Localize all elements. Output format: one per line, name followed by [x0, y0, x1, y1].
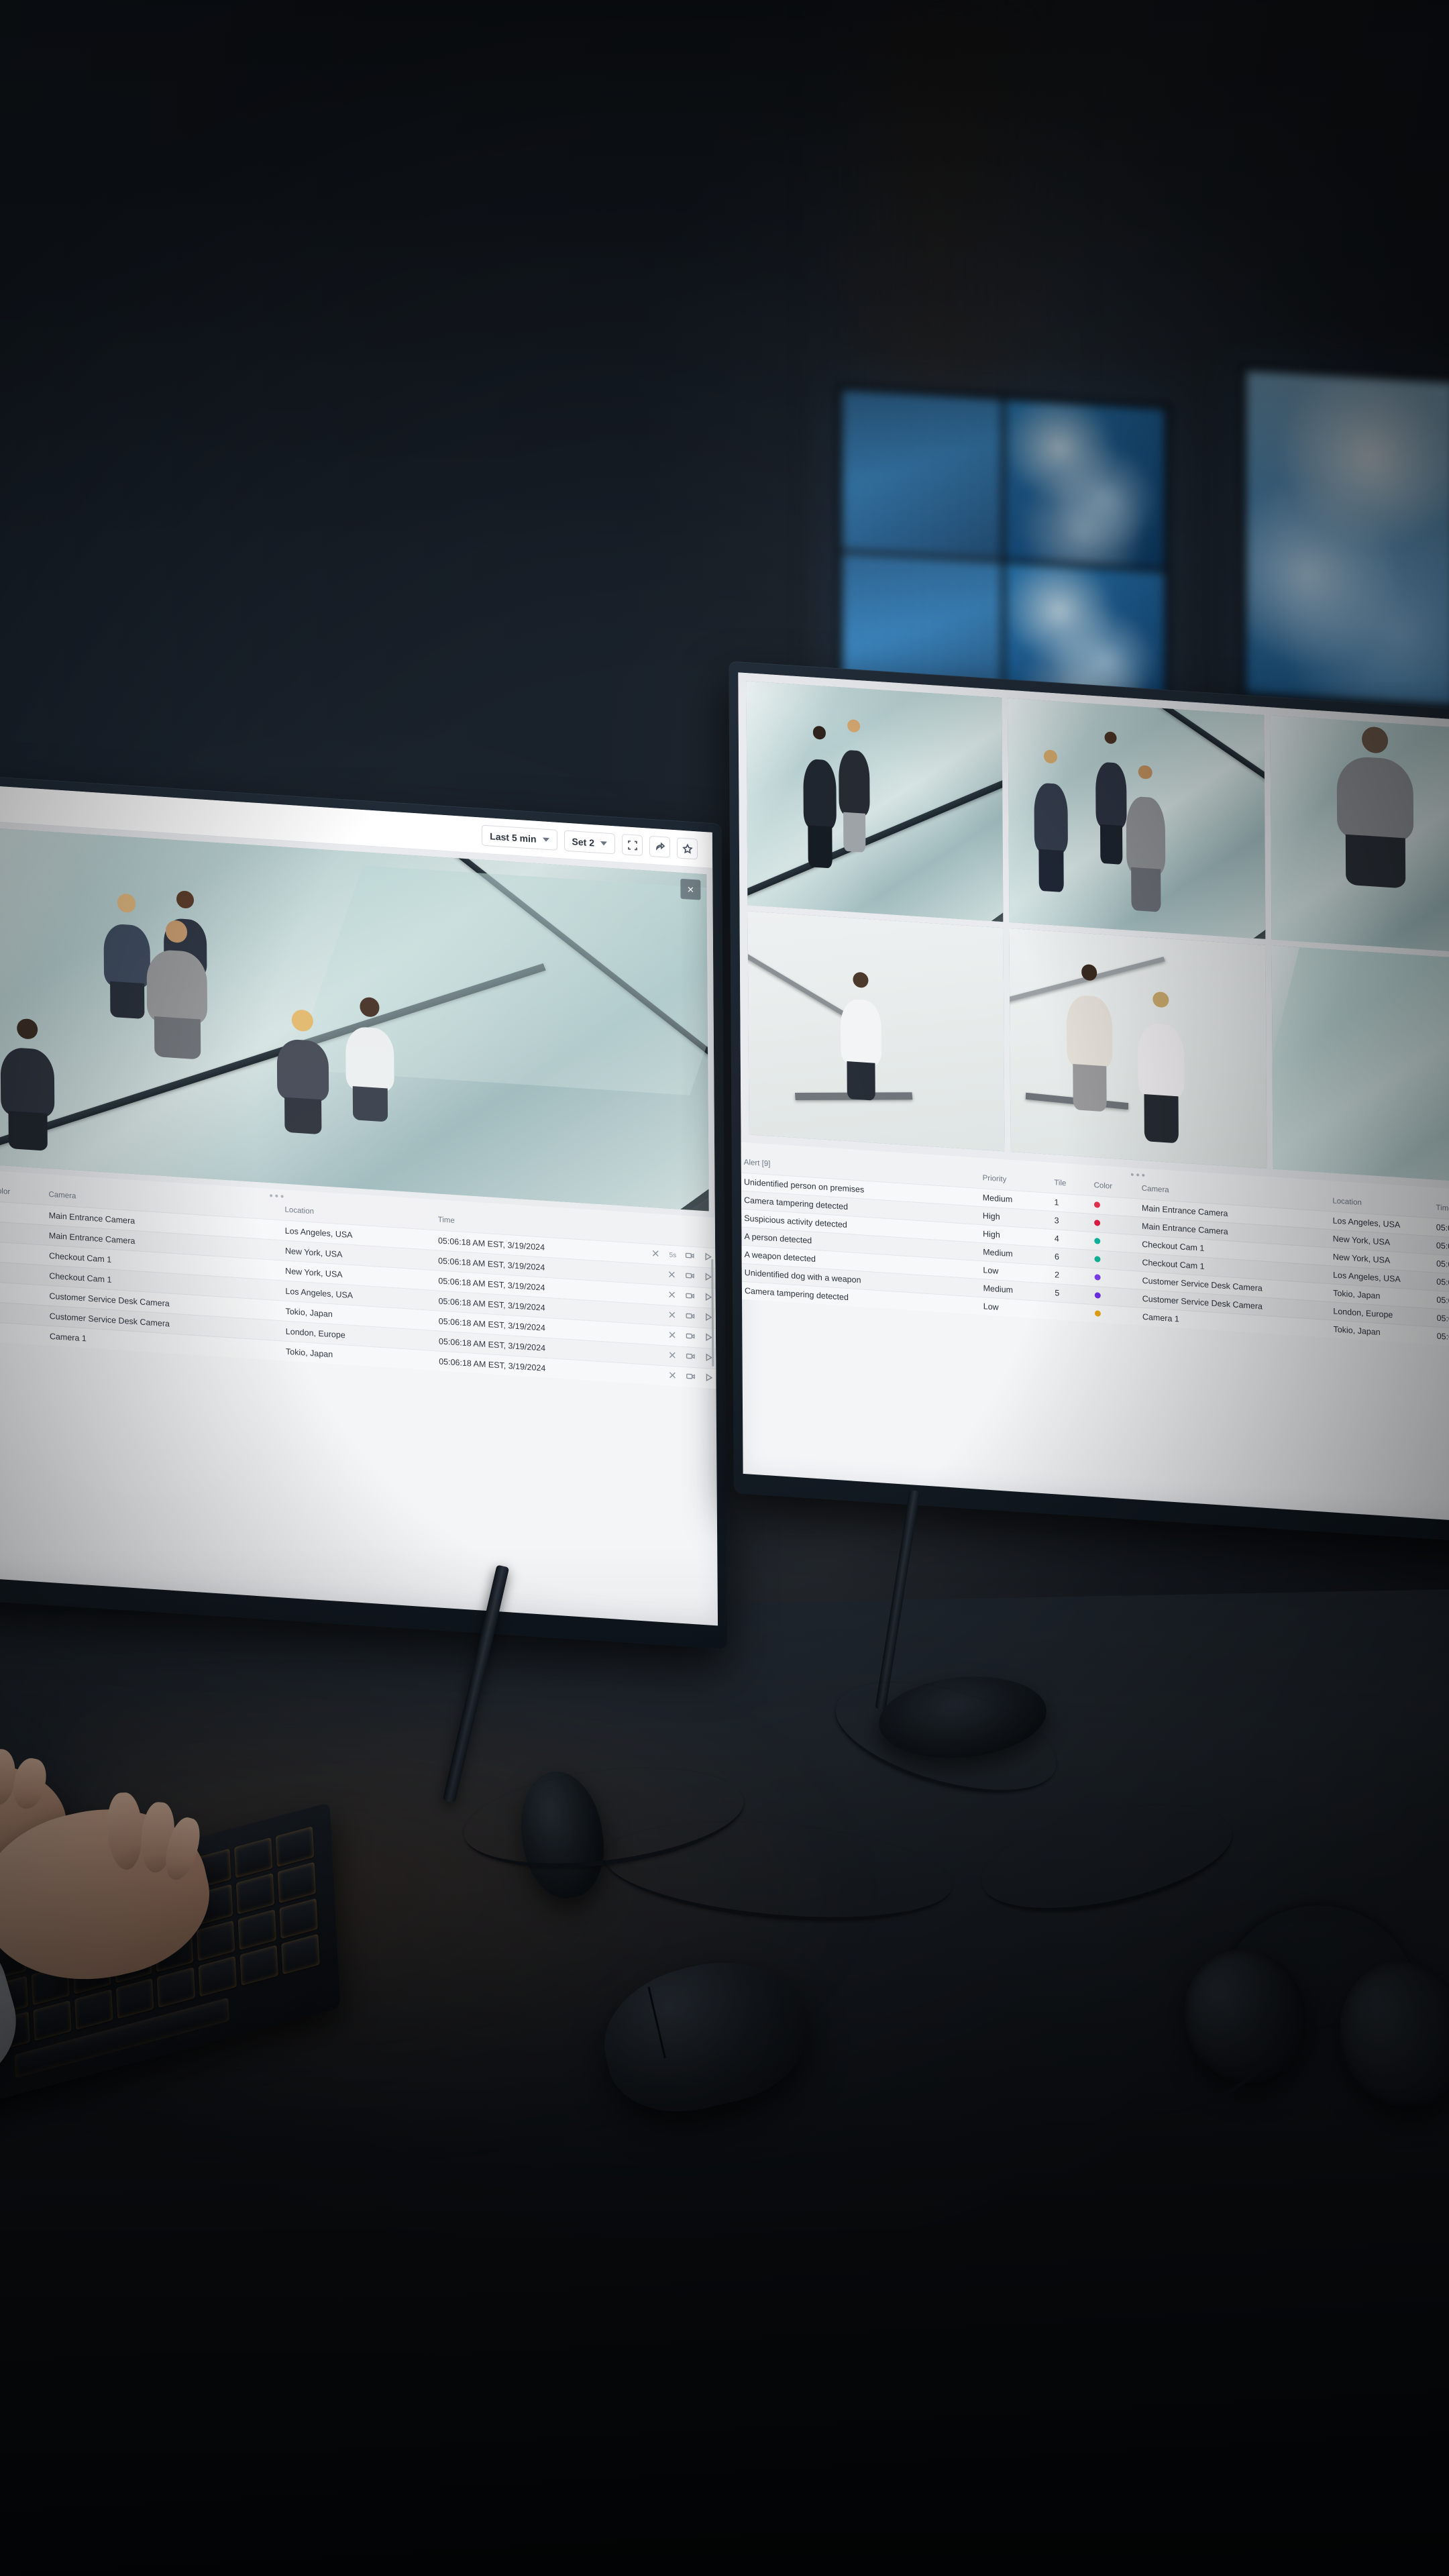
wall-left-gradient	[0, 0, 376, 906]
dismiss-icon[interactable]	[667, 1310, 677, 1322]
person-figure	[0, 1017, 55, 1151]
time-range-label: Last 5 min	[490, 830, 537, 845]
video-tile[interactable]	[1008, 698, 1266, 939]
color-swatch-dot	[1094, 1238, 1101, 1244]
right-video-grid	[746, 681, 1449, 1186]
cell-tile: 3	[1051, 1211, 1092, 1232]
person-figure	[1138, 990, 1185, 1144]
camera-icon[interactable]	[686, 1371, 695, 1383]
cell-color	[0, 1322, 48, 1346]
wall-monitor-right	[1240, 364, 1449, 712]
left-video-area: ×	[0, 812, 715, 1218]
wall-feed-tile	[1246, 370, 1449, 706]
video-tile[interactable]	[747, 910, 1005, 1152]
video-tile[interactable]: ×	[0, 818, 709, 1212]
fullscreen-icon	[627, 840, 637, 850]
camera-icon[interactable]	[685, 1250, 694, 1263]
color-swatch-dot	[1094, 1274, 1101, 1281]
monitor-right-screen: ••• Alert [9] Priority Tile Color Camera…	[738, 672, 1449, 1526]
cell-color	[0, 1281, 47, 1306]
cell-tile: 2	[1052, 1265, 1092, 1287]
monitor-right: ••• Alert [9] Priority Tile Color Camera…	[729, 661, 1449, 1546]
video-tile[interactable]	[1270, 715, 1449, 956]
color-swatch-dot	[1094, 1310, 1101, 1317]
cell-tile	[1052, 1301, 1092, 1322]
cell-color	[0, 1241, 47, 1266]
star-icon	[682, 843, 693, 854]
color-swatch-dot	[1093, 1220, 1100, 1226]
scene-glass	[1271, 947, 1449, 1184]
person-figure	[276, 1008, 329, 1135]
left-video-grid: ×	[0, 818, 709, 1212]
right-video-area	[738, 672, 1449, 1195]
person-figure	[1034, 749, 1068, 893]
cell-time: 05:06:18 AM EST, 3/19/2	[1434, 1326, 1449, 1352]
favorite-button[interactable]	[676, 837, 698, 860]
col-tile[interactable]: Tile	[1051, 1173, 1091, 1196]
wall-feed-tile	[843, 390, 1002, 559]
cell-color	[1091, 1304, 1140, 1326]
person-figure	[840, 971, 882, 1101]
color-swatch-dot	[1094, 1256, 1101, 1263]
person-figure	[146, 919, 208, 1060]
person-figure	[345, 996, 394, 1122]
mouse-button-split	[647, 1986, 666, 2059]
time-range-select[interactable]: Last 5 min	[482, 824, 557, 851]
col-color[interactable]: Color	[0, 1182, 46, 1205]
dismiss-icon[interactable]	[667, 1290, 677, 1302]
share-button[interactable]	[649, 835, 671, 858]
camera-icon[interactable]	[686, 1311, 695, 1323]
cell-tile: 5	[1052, 1283, 1092, 1305]
cell-priority: Low	[980, 1297, 1053, 1320]
cell-tile: 1	[1051, 1193, 1091, 1214]
dismiss-icon[interactable]	[667, 1330, 677, 1342]
monitor-left-screen: Last 5 min Set 2 × ••• Color Camera Loca…	[0, 775, 718, 1626]
chevron-down-icon	[600, 841, 607, 846]
cell-tile: 4	[1051, 1229, 1092, 1250]
share-icon	[655, 841, 665, 851]
person-figure	[103, 892, 151, 1019]
camera-icon[interactable]	[685, 1271, 694, 1283]
cell-tile: 6	[1051, 1247, 1092, 1269]
play-icon[interactable]	[704, 1373, 713, 1385]
wall-feed-tile	[1006, 400, 1165, 569]
cell-color	[0, 1261, 47, 1286]
video-tile[interactable]	[1009, 928, 1267, 1169]
snooze-duration-label: 5s	[669, 1251, 677, 1260]
person-figure	[802, 725, 837, 869]
dismiss-icon[interactable]	[651, 1248, 661, 1260]
camera-icon[interactable]	[686, 1291, 695, 1303]
chevron-down-icon	[542, 837, 549, 842]
dismiss-icon[interactable]	[667, 1269, 676, 1281]
set-label: Set 2	[572, 835, 595, 848]
cell-color	[0, 1301, 47, 1326]
close-tile-button[interactable]: ×	[680, 878, 701, 900]
cell-actions	[637, 1364, 716, 1389]
person-figure	[1095, 731, 1127, 865]
video-tile[interactable]	[1271, 945, 1449, 1186]
monitor-left: Last 5 min Set 2 × ••• Color Camera Loca…	[0, 765, 728, 1650]
dismiss-icon[interactable]	[667, 1371, 677, 1383]
person-figure	[1126, 764, 1165, 913]
video-tile[interactable]	[746, 681, 1004, 922]
color-swatch-dot	[1094, 1292, 1101, 1299]
cell-color	[0, 1201, 46, 1226]
cell-color	[0, 1221, 46, 1246]
fullscreen-button[interactable]	[621, 834, 643, 857]
camera-icon[interactable]	[686, 1351, 695, 1363]
set-select[interactable]: Set 2	[564, 830, 616, 855]
person-figure	[1066, 963, 1113, 1112]
person-figure	[1336, 724, 1414, 889]
color-swatch-dot	[1093, 1201, 1100, 1208]
person-figure	[839, 718, 870, 853]
dismiss-icon[interactable]	[667, 1350, 677, 1362]
camera-icon[interactable]	[686, 1331, 695, 1343]
